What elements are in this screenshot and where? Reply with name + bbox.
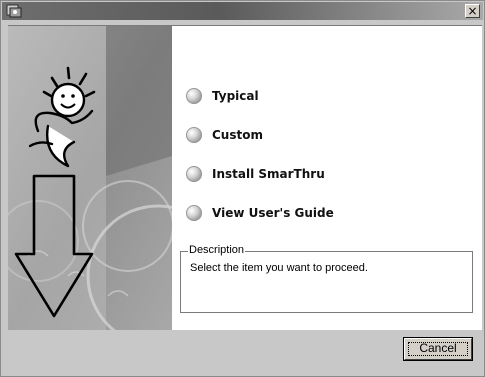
description-groupbox: Description Select the item you want to …: [180, 244, 473, 313]
radio-bullet-icon: [186, 127, 202, 143]
option-label: Typical: [212, 89, 259, 103]
close-button[interactable]: ×: [465, 4, 480, 18]
app-icon: [6, 4, 22, 18]
option-typical[interactable]: Typical: [186, 85, 259, 107]
radio-bullet-icon: [186, 88, 202, 104]
description-legend: Description: [188, 244, 246, 256]
option-install-smarthru[interactable]: Install SmarThru: [186, 163, 325, 185]
option-view-users-guide[interactable]: View User's Guide: [186, 202, 334, 224]
radio-bullet-icon: [186, 205, 202, 221]
cancel-button[interactable]: Cancel: [403, 337, 473, 361]
radio-bullet-icon: [186, 166, 202, 182]
option-label: Install SmarThru: [212, 167, 325, 181]
side-illustration: [8, 26, 172, 330]
option-label: View User's Guide: [212, 206, 334, 220]
installer-window: × Typical Custom Install SmarThru View U…: [0, 0, 485, 377]
cancel-button-label: Cancel: [419, 341, 457, 355]
title-bar: ×: [2, 2, 483, 20]
button-bar: Cancel: [8, 330, 482, 371]
main-panel: Typical Custom Install SmarThru View Use…: [8, 25, 482, 330]
option-label: Custom: [212, 128, 263, 142]
option-custom[interactable]: Custom: [186, 124, 263, 146]
description-text: Select the item you want to proceed.: [190, 262, 368, 274]
